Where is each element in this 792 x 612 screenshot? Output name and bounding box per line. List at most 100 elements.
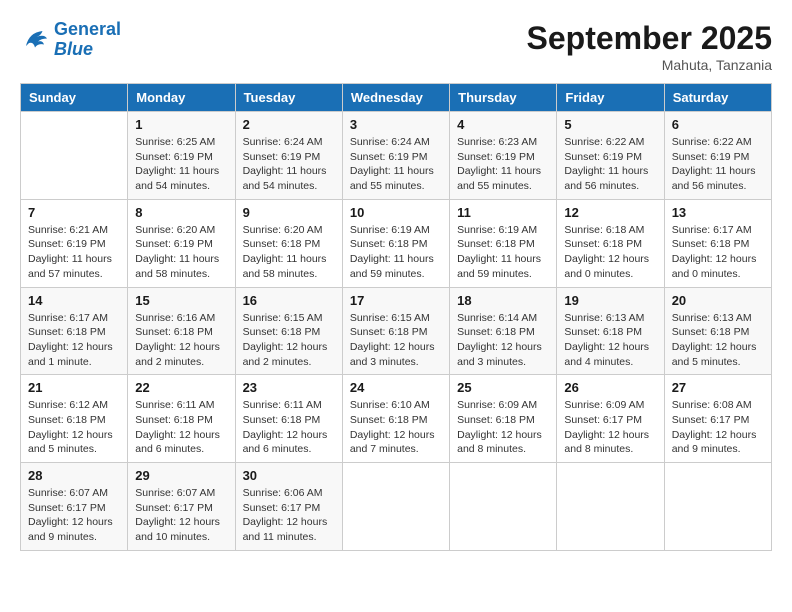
day-number: 4 bbox=[457, 117, 549, 132]
day-info: Sunrise: 6:19 AM Sunset: 6:18 PM Dayligh… bbox=[457, 223, 549, 282]
page-header: General Blue September 2025 Mahuta, Tanz… bbox=[20, 20, 772, 73]
title-block: September 2025 Mahuta, Tanzania bbox=[527, 20, 772, 73]
col-thursday: Thursday bbox=[450, 84, 557, 112]
day-number: 18 bbox=[457, 293, 549, 308]
day-info: Sunrise: 6:19 AM Sunset: 6:18 PM Dayligh… bbox=[350, 223, 442, 282]
day-number: 13 bbox=[672, 205, 764, 220]
day-number: 14 bbox=[28, 293, 120, 308]
day-number: 28 bbox=[28, 468, 120, 483]
day-number: 8 bbox=[135, 205, 227, 220]
day-number: 25 bbox=[457, 380, 549, 395]
table-row: 8 Sunrise: 6:20 AM Sunset: 6:19 PM Daylig… bbox=[128, 199, 235, 287]
col-saturday: Saturday bbox=[664, 84, 771, 112]
table-row: 16 Sunrise: 6:15 AM Sunset: 6:18 PM Dayli… bbox=[235, 287, 342, 375]
day-number: 23 bbox=[243, 380, 335, 395]
logo-text: General Blue bbox=[54, 20, 121, 60]
day-number: 11 bbox=[457, 205, 549, 220]
table-row: 7 Sunrise: 6:21 AM Sunset: 6:19 PM Daylig… bbox=[21, 199, 128, 287]
table-row: 1Sunrise: 6:25 AM Sunset: 6:19 PM Daylig… bbox=[128, 112, 235, 200]
table-row bbox=[664, 463, 771, 551]
day-number: 30 bbox=[243, 468, 335, 483]
day-info: Sunrise: 6:17 AM Sunset: 6:18 PM Dayligh… bbox=[672, 223, 764, 282]
table-row: 15 Sunrise: 6:16 AM Sunset: 6:18 PM Dayli… bbox=[128, 287, 235, 375]
table-row: 28 Sunrise: 6:07 AM Sunset: 6:17 PM Dayli… bbox=[21, 463, 128, 551]
location-subtitle: Mahuta, Tanzania bbox=[527, 57, 772, 73]
day-number: 19 bbox=[564, 293, 656, 308]
day-number: 3 bbox=[350, 117, 442, 132]
day-number: 16 bbox=[243, 293, 335, 308]
table-row: 12 Sunrise: 6:18 AM Sunset: 6:18 PM Dayli… bbox=[557, 199, 664, 287]
day-info: Sunrise: 6:17 AM Sunset: 6:18 PM Dayligh… bbox=[28, 311, 120, 370]
table-row: 24Sunrise: 6:10 AM Sunset: 6:18 PM Dayli… bbox=[342, 375, 449, 463]
day-info: Sunrise: 6:11 AM Sunset: 6:18 PM Dayligh… bbox=[135, 398, 227, 457]
table-row bbox=[557, 463, 664, 551]
col-monday: Monday bbox=[128, 84, 235, 112]
day-number: 12 bbox=[564, 205, 656, 220]
day-number: 6 bbox=[672, 117, 764, 132]
day-info: Sunrise: 6:20 AM Sunset: 6:18 PM Dayligh… bbox=[243, 223, 335, 282]
day-number: 7 bbox=[28, 205, 120, 220]
day-info: Sunrise: 6:12 AM Sunset: 6:18 PM Dayligh… bbox=[28, 398, 120, 457]
table-row: 11 Sunrise: 6:19 AM Sunset: 6:18 PM Dayli… bbox=[450, 199, 557, 287]
day-number: 22 bbox=[135, 380, 227, 395]
table-row: 30 Sunrise: 6:06 AM Sunset: 6:17 PM Dayli… bbox=[235, 463, 342, 551]
day-number: 21 bbox=[28, 380, 120, 395]
table-row: 19 Sunrise: 6:13 AM Sunset: 6:18 PM Dayli… bbox=[557, 287, 664, 375]
table-row: 10 Sunrise: 6:19 AM Sunset: 6:18 PM Dayli… bbox=[342, 199, 449, 287]
month-title: September 2025 bbox=[527, 20, 772, 57]
calendar-week-row: 1Sunrise: 6:25 AM Sunset: 6:19 PM Daylig… bbox=[21, 112, 772, 200]
day-info: Sunrise: 6:07 AM Sunset: 6:17 PM Dayligh… bbox=[28, 486, 120, 545]
day-number: 2 bbox=[243, 117, 335, 132]
day-info: Sunrise: 6:14 AM Sunset: 6:18 PM Dayligh… bbox=[457, 311, 549, 370]
day-info: Sunrise: 6:20 AM Sunset: 6:19 PM Dayligh… bbox=[135, 223, 227, 282]
calendar-week-row: 14 Sunrise: 6:17 AM Sunset: 6:18 PM Dayli… bbox=[21, 287, 772, 375]
day-number: 24 bbox=[350, 380, 442, 395]
calendar-week-row: 7 Sunrise: 6:21 AM Sunset: 6:19 PM Daylig… bbox=[21, 199, 772, 287]
calendar-header-row: Sunday Monday Tuesday Wednesday Thursday… bbox=[21, 84, 772, 112]
day-info: Sunrise: 6:11 AM Sunset: 6:18 PM Dayligh… bbox=[243, 398, 335, 457]
day-info: Sunrise: 6:06 AM Sunset: 6:17 PM Dayligh… bbox=[243, 486, 335, 545]
table-row: 2Sunrise: 6:24 AM Sunset: 6:19 PM Daylig… bbox=[235, 112, 342, 200]
day-info: Sunrise: 6:16 AM Sunset: 6:18 PM Dayligh… bbox=[135, 311, 227, 370]
day-info: Sunrise: 6:08 AM Sunset: 6:17 PM Dayligh… bbox=[672, 398, 764, 457]
calendar-week-row: 28 Sunrise: 6:07 AM Sunset: 6:17 PM Dayli… bbox=[21, 463, 772, 551]
table-row: 21 Sunrise: 6:12 AM Sunset: 6:18 PM Dayli… bbox=[21, 375, 128, 463]
table-row: 17 Sunrise: 6:15 AM Sunset: 6:18 PM Dayli… bbox=[342, 287, 449, 375]
logo-icon bbox=[20, 25, 50, 55]
day-info: Sunrise: 6:23 AM Sunset: 6:19 PM Dayligh… bbox=[457, 135, 549, 194]
table-row: 5Sunrise: 6:22 AM Sunset: 6:19 PM Daylig… bbox=[557, 112, 664, 200]
table-row: 4 Sunrise: 6:23 AM Sunset: 6:19 PM Daylig… bbox=[450, 112, 557, 200]
table-row: 13 Sunrise: 6:17 AM Sunset: 6:18 PM Dayli… bbox=[664, 199, 771, 287]
col-tuesday: Tuesday bbox=[235, 84, 342, 112]
table-row bbox=[21, 112, 128, 200]
day-info: Sunrise: 6:13 AM Sunset: 6:18 PM Dayligh… bbox=[564, 311, 656, 370]
day-number: 9 bbox=[243, 205, 335, 220]
day-info: Sunrise: 6:24 AM Sunset: 6:19 PM Dayligh… bbox=[350, 135, 442, 194]
col-wednesday: Wednesday bbox=[342, 84, 449, 112]
day-number: 26 bbox=[564, 380, 656, 395]
day-info: Sunrise: 6:09 AM Sunset: 6:17 PM Dayligh… bbox=[564, 398, 656, 457]
day-info: Sunrise: 6:15 AM Sunset: 6:18 PM Dayligh… bbox=[243, 311, 335, 370]
day-info: Sunrise: 6:07 AM Sunset: 6:17 PM Dayligh… bbox=[135, 486, 227, 545]
table-row: 23 Sunrise: 6:11 AM Sunset: 6:18 PM Dayli… bbox=[235, 375, 342, 463]
day-info: Sunrise: 6:09 AM Sunset: 6:18 PM Dayligh… bbox=[457, 398, 549, 457]
day-number: 15 bbox=[135, 293, 227, 308]
day-info: Sunrise: 6:21 AM Sunset: 6:19 PM Dayligh… bbox=[28, 223, 120, 282]
table-row: 22 Sunrise: 6:11 AM Sunset: 6:18 PM Dayli… bbox=[128, 375, 235, 463]
day-number: 29 bbox=[135, 468, 227, 483]
table-row: 20Sunrise: 6:13 AM Sunset: 6:18 PM Dayli… bbox=[664, 287, 771, 375]
day-number: 17 bbox=[350, 293, 442, 308]
table-row: 25 Sunrise: 6:09 AM Sunset: 6:18 PM Dayli… bbox=[450, 375, 557, 463]
day-info: Sunrise: 6:15 AM Sunset: 6:18 PM Dayligh… bbox=[350, 311, 442, 370]
table-row bbox=[342, 463, 449, 551]
table-row: 3 Sunrise: 6:24 AM Sunset: 6:19 PM Daylig… bbox=[342, 112, 449, 200]
day-number: 1 bbox=[135, 117, 227, 132]
table-row: 9 Sunrise: 6:20 AM Sunset: 6:18 PM Daylig… bbox=[235, 199, 342, 287]
day-number: 20 bbox=[672, 293, 764, 308]
table-row: 14 Sunrise: 6:17 AM Sunset: 6:18 PM Dayli… bbox=[21, 287, 128, 375]
calendar-table: Sunday Monday Tuesday Wednesday Thursday… bbox=[20, 83, 772, 551]
day-info: Sunrise: 6:18 AM Sunset: 6:18 PM Dayligh… bbox=[564, 223, 656, 282]
day-number: 27 bbox=[672, 380, 764, 395]
day-number: 10 bbox=[350, 205, 442, 220]
day-info: Sunrise: 6:22 AM Sunset: 6:19 PM Dayligh… bbox=[672, 135, 764, 194]
